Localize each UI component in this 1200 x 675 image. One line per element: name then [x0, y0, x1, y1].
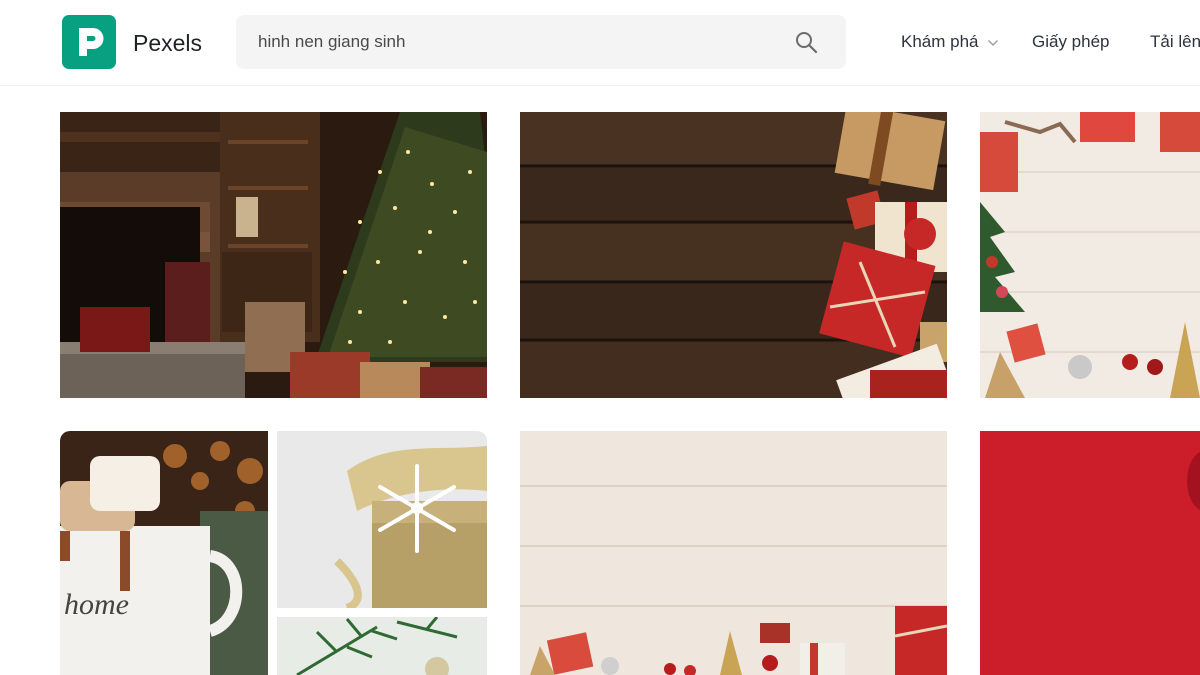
photo-red-background[interactable] [980, 431, 1200, 675]
nav-license[interactable]: Giấy phép [1032, 31, 1110, 53]
pexels-logo-icon[interactable] [62, 15, 116, 69]
photo-cocoa-mug[interactable]: home [60, 431, 268, 675]
search-icon[interactable] [792, 28, 822, 56]
chevron-down-icon [987, 31, 999, 53]
photo-gifts-dark-wood[interactable] [520, 112, 947, 398]
brand-name[interactable]: Pexels [133, 28, 202, 58]
search-bar [236, 15, 846, 69]
nav-upload[interactable]: Tải lên [1150, 31, 1200, 53]
photo-christmas-tree-room[interactable] [60, 112, 487, 398]
mug-text: home [64, 588, 129, 621]
search-input[interactable] [236, 15, 776, 69]
photo-christmas-light-wood[interactable] [520, 431, 947, 675]
nav-explore[interactable]: Khám phá [901, 31, 999, 53]
top-navigation-bar: Pexels Khám phá Giấy phép Tải lên [0, 0, 1200, 86]
photo-christmas-white-wood[interactable] [980, 112, 1200, 398]
nav-explore-label: Khám phá [901, 32, 979, 51]
photo-pine-branch[interactable] [277, 617, 487, 675]
photo-snowflake-gift[interactable] [277, 431, 487, 608]
